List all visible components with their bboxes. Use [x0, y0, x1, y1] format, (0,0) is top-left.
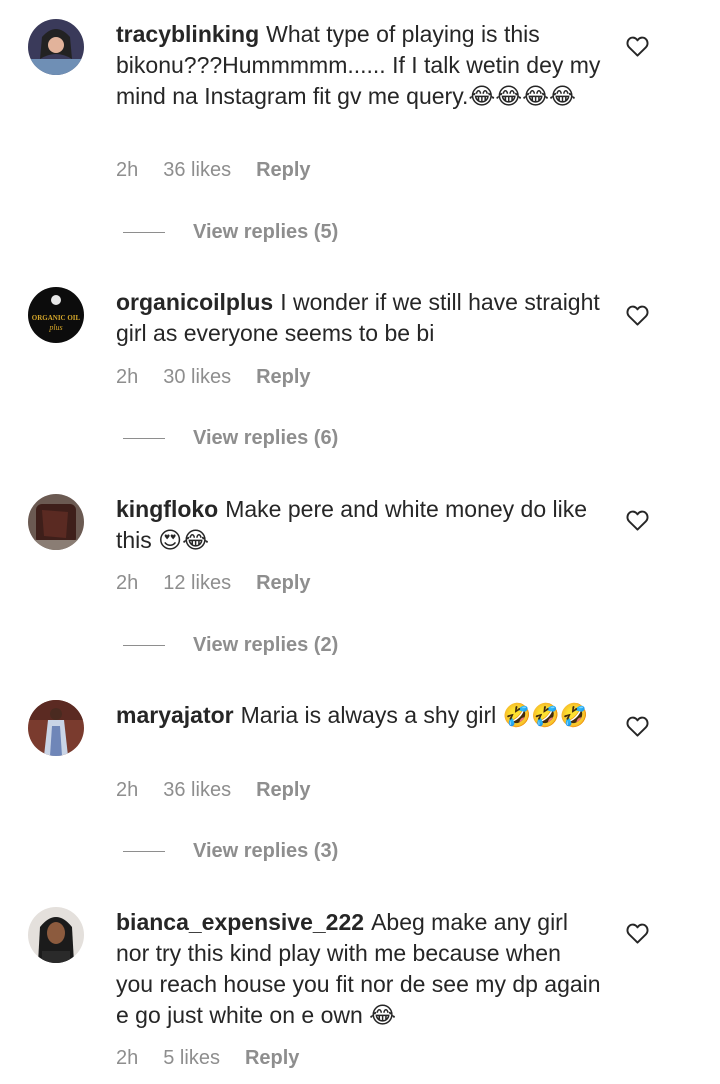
- svg-text:plus: plus: [48, 323, 62, 332]
- comment-text: maryajator Maria is always a shy girl 🤣🤣🤣: [116, 700, 601, 731]
- comment-text: bianca_expensive_222 Abeg make any girl n…: [116, 907, 601, 1031]
- reply-button[interactable]: Reply: [256, 779, 310, 801]
- comment-time: 2h: [116, 572, 139, 594]
- comment-meta: 2h 30 likes Reply: [116, 365, 336, 389]
- comment-username[interactable]: organicoilplus: [116, 289, 273, 315]
- comment-meta: 2h 36 likes Reply: [116, 158, 336, 182]
- reply-thread-line: [123, 232, 165, 234]
- comment-likes[interactable]: 12 likes: [163, 572, 231, 594]
- heart-outline-icon[interactable]: [626, 510, 649, 531]
- comment-time: 2h: [116, 159, 139, 181]
- comment-likes[interactable]: 30 likes: [163, 366, 231, 388]
- view-replies-label: View replies (2): [193, 634, 339, 656]
- comment-text: kingfloko Make pere and white money do li…: [116, 494, 601, 556]
- avatar[interactable]: [28, 700, 84, 756]
- view-replies-button[interactable]: View replies (6): [123, 426, 338, 450]
- comment-username[interactable]: tracyblinking: [116, 21, 259, 47]
- comment-text: organicoilplus I wonder if we still have …: [116, 287, 601, 349]
- svg-text:ORGANIC OIL: ORGANIC OIL: [32, 314, 81, 322]
- reply-thread-line: [123, 851, 165, 853]
- comment-text: tracyblinking What type of playing is thi…: [116, 19, 601, 112]
- comment-meta: 2h 5 likes Reply: [116, 1046, 324, 1070]
- comment-time: 2h: [116, 1047, 139, 1069]
- avatar[interactable]: [28, 19, 84, 75]
- heart-outline-icon[interactable]: [626, 923, 649, 944]
- heart-outline-icon[interactable]: [626, 716, 649, 737]
- view-replies-button[interactable]: View replies (2): [123, 633, 338, 657]
- reply-button[interactable]: Reply: [256, 366, 310, 388]
- comment-likes[interactable]: 36 likes: [163, 779, 231, 801]
- comment-body: Maria is always a shy girl 🤣🤣🤣: [240, 702, 589, 728]
- reply-button[interactable]: Reply: [245, 1047, 299, 1069]
- view-replies-button[interactable]: View replies (3): [123, 839, 338, 863]
- avatar[interactable]: [28, 494, 84, 550]
- avatar[interactable]: [28, 907, 84, 963]
- reply-thread-line: [123, 438, 165, 440]
- heart-outline-icon[interactable]: [626, 36, 649, 57]
- heart-outline-icon[interactable]: [626, 305, 649, 326]
- comment-time: 2h: [116, 779, 139, 801]
- view-replies-label: View replies (3): [193, 840, 339, 862]
- comment-likes[interactable]: 36 likes: [163, 159, 231, 181]
- reply-button[interactable]: Reply: [256, 572, 310, 594]
- avatar[interactable]: ORGANIC OIL plus: [28, 287, 84, 343]
- view-replies-label: View replies (6): [193, 427, 339, 449]
- comment-username[interactable]: kingfloko: [116, 496, 218, 522]
- comment-meta: 2h 12 likes Reply: [116, 571, 336, 595]
- reply-button[interactable]: Reply: [256, 159, 310, 181]
- comment-meta: 2h 36 likes Reply: [116, 778, 336, 802]
- view-replies-button[interactable]: View replies (5): [123, 220, 338, 244]
- comment-username[interactable]: bianca_expensive_222: [116, 909, 364, 935]
- comment-time: 2h: [116, 366, 139, 388]
- comment-likes[interactable]: 5 likes: [163, 1047, 220, 1069]
- comment-username[interactable]: maryajator: [116, 702, 234, 728]
- reply-thread-line: [123, 645, 165, 647]
- view-replies-label: View replies (5): [193, 221, 339, 243]
